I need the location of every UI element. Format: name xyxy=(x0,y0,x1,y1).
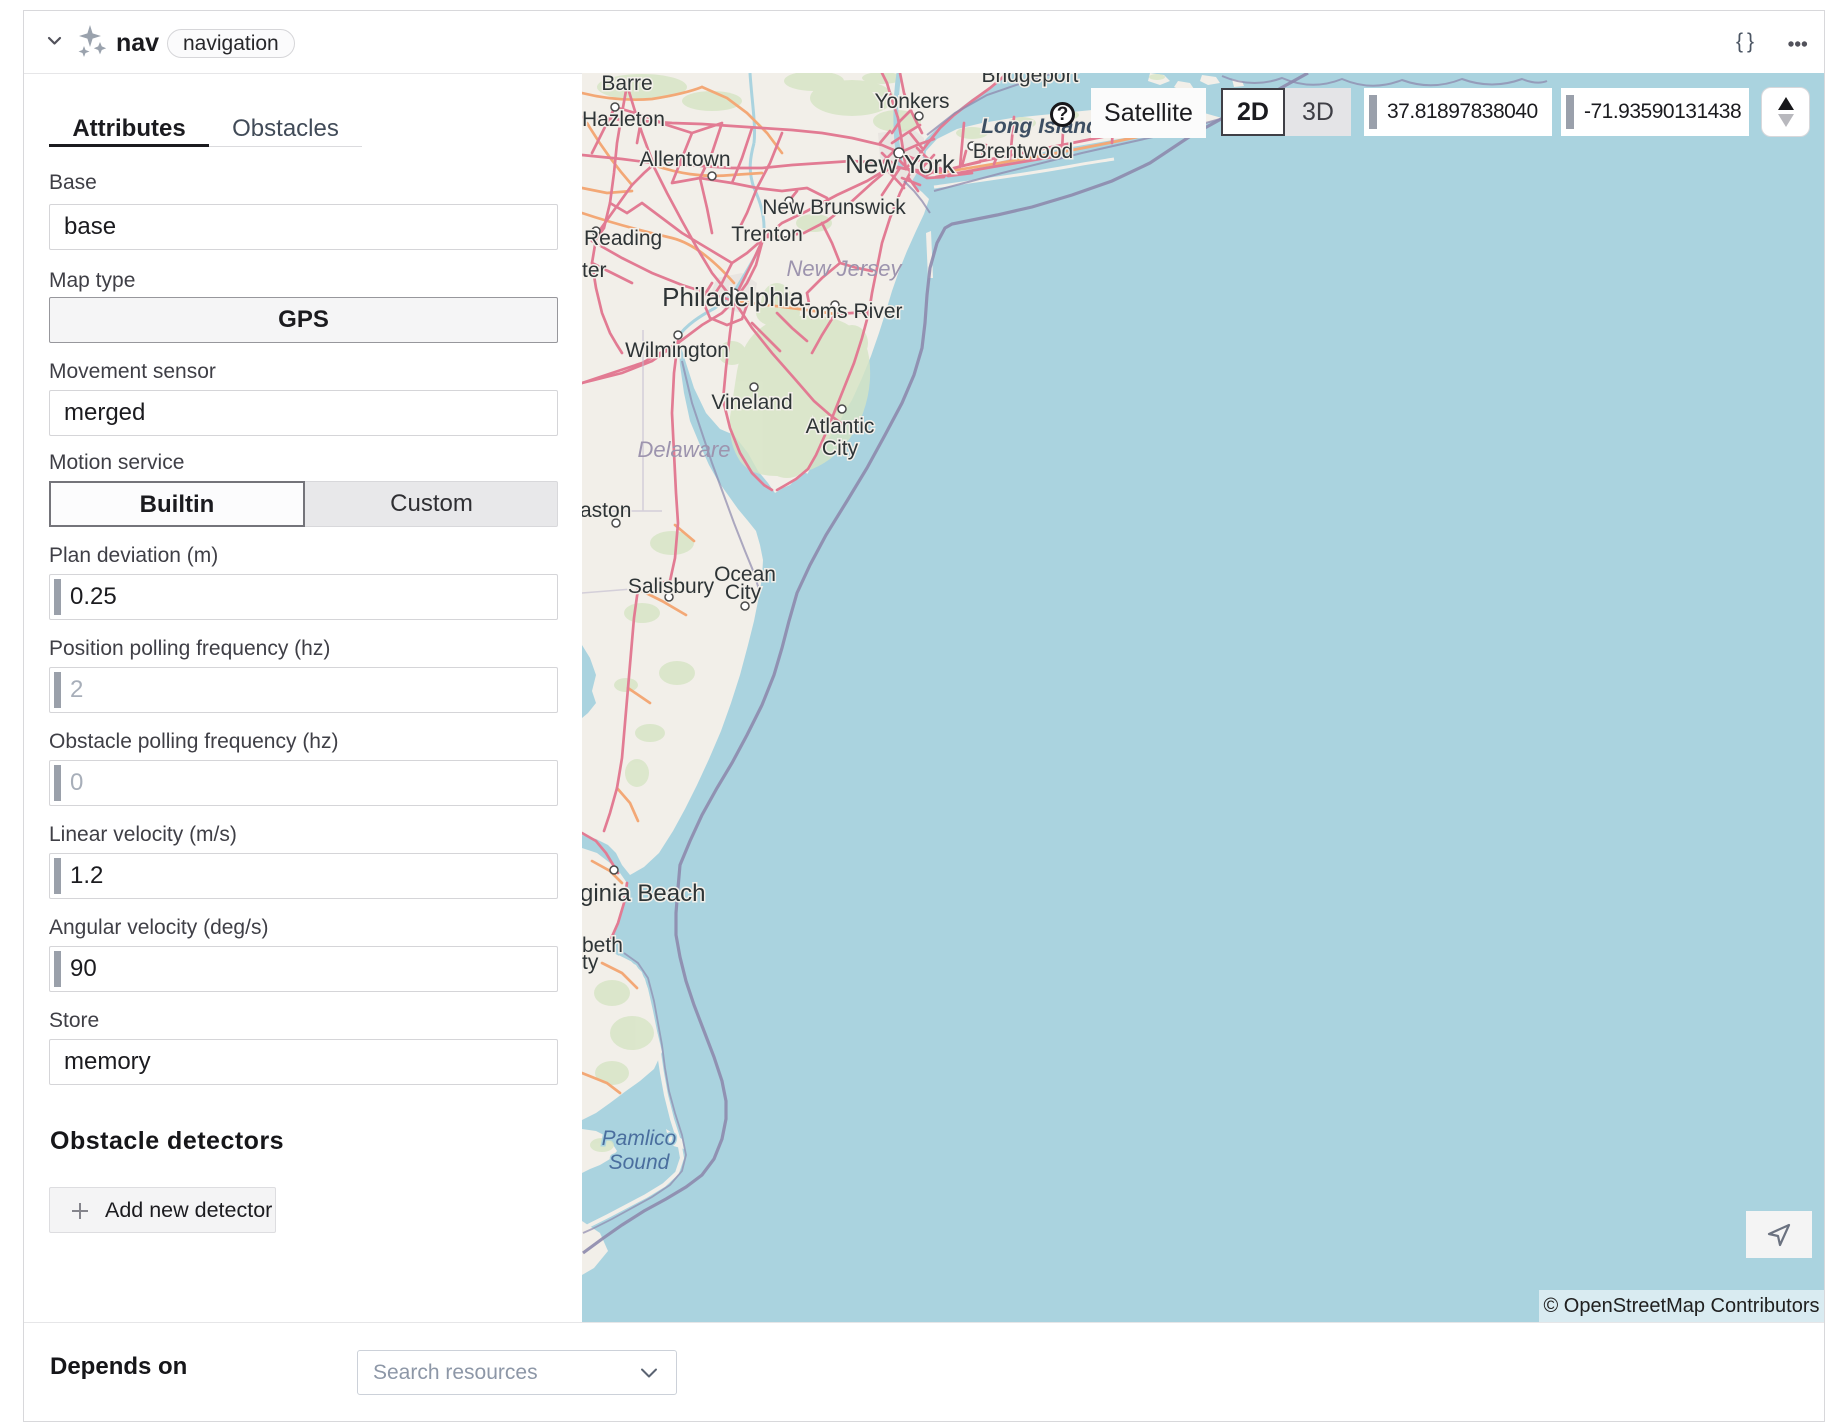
svg-text:Sound: Sound xyxy=(609,1151,671,1174)
svg-text:Yonkers: Yonkers xyxy=(874,90,949,113)
svg-text:ty: ty xyxy=(582,951,599,974)
svg-text:New Brunswick: New Brunswick xyxy=(762,196,906,219)
svg-text:Allentown: Allentown xyxy=(639,148,730,171)
svg-text:ter: ter xyxy=(582,259,607,282)
svg-text:aston: aston xyxy=(582,499,631,522)
svg-text:Long Island: Long Island xyxy=(981,115,1100,138)
svg-text:City: City xyxy=(725,581,762,604)
svg-text:Trenton: Trenton xyxy=(731,223,803,246)
svg-text:Toms River: Toms River xyxy=(797,300,902,323)
svg-text:Vineland: Vineland xyxy=(711,391,792,414)
svg-text:Barre: Barre xyxy=(601,73,652,95)
svg-text:Bridgeport: Bridgeport xyxy=(982,73,1079,87)
svg-text:New York: New York xyxy=(845,149,956,179)
svg-text:Wilmington: Wilmington xyxy=(625,339,729,362)
svg-text:Atlantic: Atlantic xyxy=(806,415,875,438)
svg-text:Philadelphia: Philadelphia xyxy=(662,282,804,312)
svg-text:Brentwood: Brentwood xyxy=(973,140,1073,163)
svg-text:Salisbury: Salisbury xyxy=(628,575,715,598)
svg-text:City: City xyxy=(822,437,859,460)
svg-text:New Jersey: New Jersey xyxy=(787,256,904,281)
svg-text:Pamlico: Pamlico xyxy=(602,1127,677,1150)
svg-text:Reading: Reading xyxy=(584,227,662,250)
svg-text:ginia Beach: ginia Beach xyxy=(582,880,705,907)
svg-text:Hazleton: Hazleton xyxy=(582,108,665,131)
svg-text:Delaware: Delaware xyxy=(638,437,731,462)
